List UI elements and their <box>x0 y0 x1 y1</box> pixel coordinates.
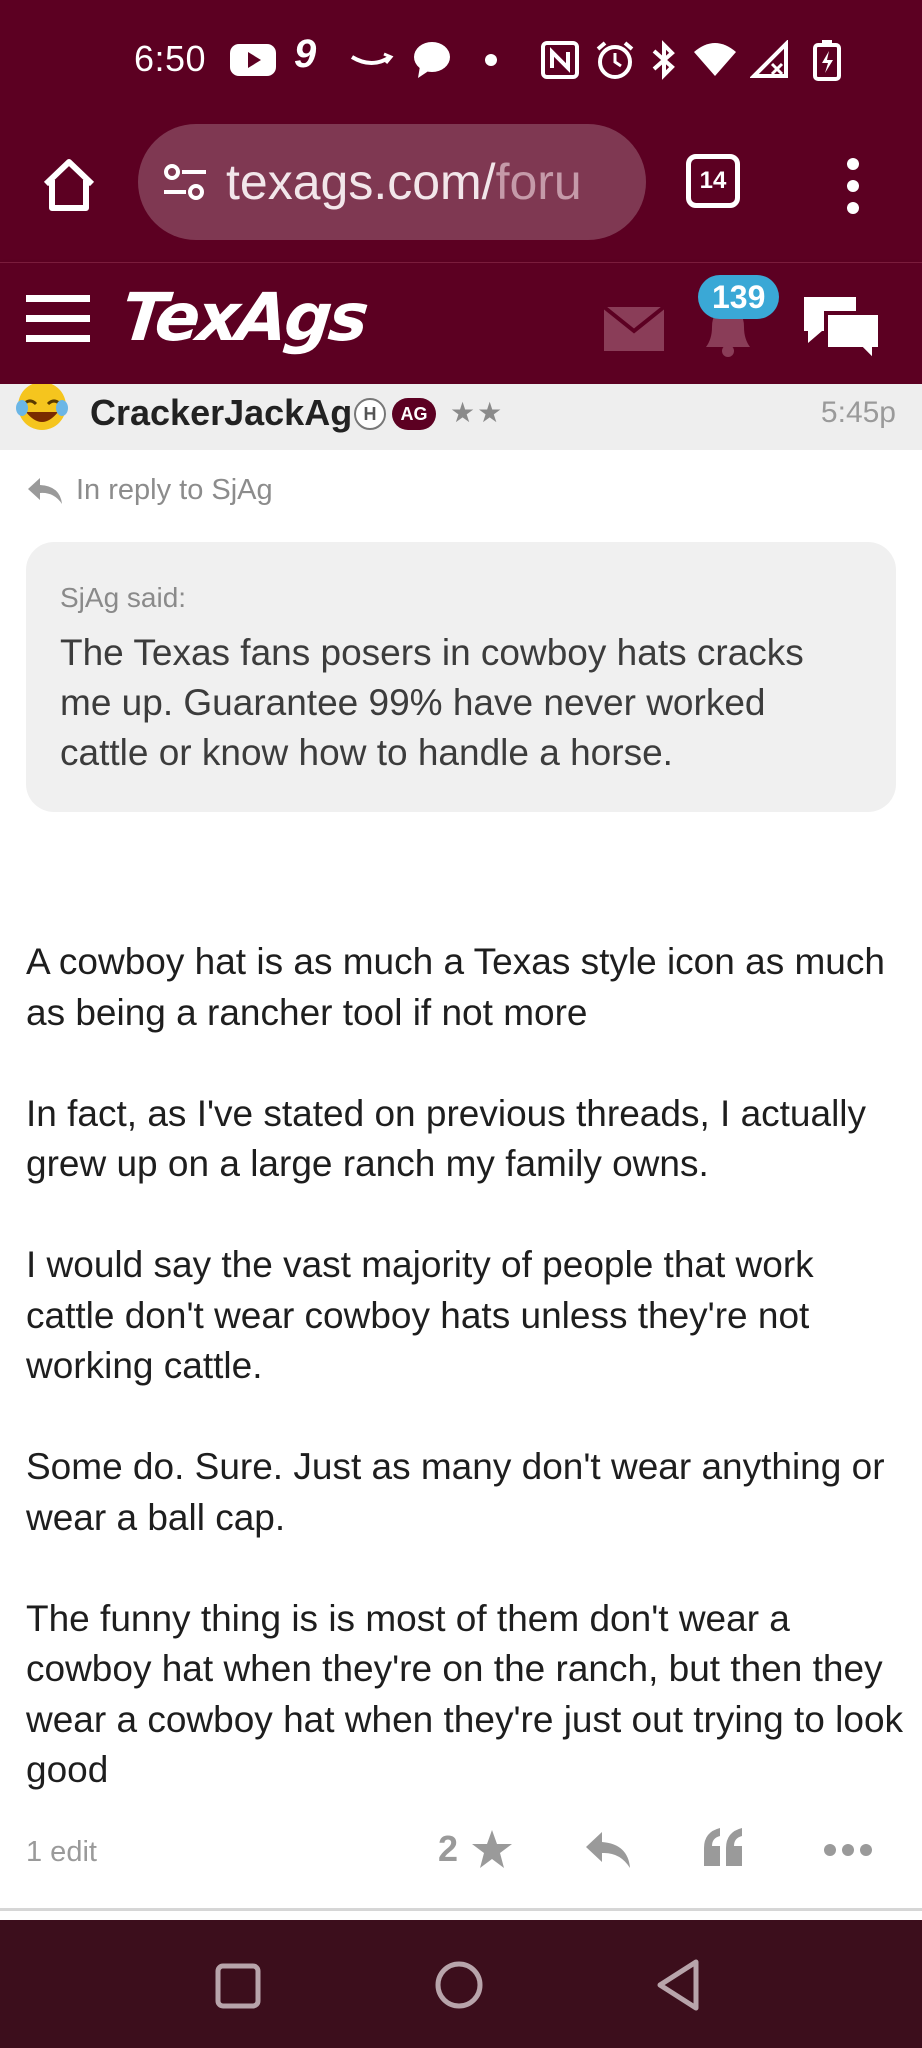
amazon-icon <box>348 40 396 80</box>
post-header: CrackerJackAg H AG ★★ 5:45p <box>0 382 922 450</box>
post-divider <box>0 1908 922 1911</box>
post-paragraph: I would say the vast majority of people … <box>26 1244 814 1386</box>
post-paragraph: Some do. Sure. Just as many don't wear a… <box>26 1446 885 1538</box>
system-nav-bar <box>0 1920 922 2048</box>
wifi-icon <box>692 40 738 80</box>
nine-icon: 9 <box>294 31 317 76</box>
dot-icon <box>484 40 498 80</box>
edit-count[interactable]: 1 edit <box>26 1836 97 1869</box>
badge-h: H <box>354 398 386 430</box>
notification-badge[interactable]: 139 <box>698 275 780 319</box>
badge-ag: AG <box>392 398 436 430</box>
texags-logo[interactable]: TexAgs <box>118 279 370 356</box>
mail-icon[interactable] <box>602 305 666 351</box>
quote-text: The Texas fans posers in cowboy hats cra… <box>60 632 804 773</box>
browser-toolbar: texags.com/foru 14 <box>0 118 922 262</box>
address-bar[interactable]: texags.com/foru <box>138 124 646 240</box>
bluetooth-icon <box>650 40 678 80</box>
post-paragraph: In fact, as I've stated on previous thre… <box>26 1092 867 1185</box>
hamburger-menu-icon[interactable] <box>24 293 92 345</box>
star-icon[interactable] <box>470 1828 514 1870</box>
reply-icon[interactable] <box>584 1830 632 1870</box>
recents-icon[interactable] <box>214 1962 262 2010</box>
post-paragraph: The funny thing is is most of them don't… <box>26 1597 904 1791</box>
status-time: 6:50 <box>134 38 207 79</box>
more-options-icon[interactable] <box>822 1842 874 1858</box>
status-bar: 6:50 9 <box>0 0 922 118</box>
chat-bubble-icon <box>412 40 452 80</box>
back-icon[interactable] <box>654 1958 702 2012</box>
quote-author: SjAg said: <box>60 582 187 613</box>
post-username[interactable]: CrackerJackAg <box>90 392 352 434</box>
star-count: 2 <box>438 1828 459 1869</box>
tab-switcher-button[interactable]: 14 <box>686 154 740 208</box>
site-settings-icon[interactable] <box>162 162 208 202</box>
home-icon[interactable] <box>38 154 100 216</box>
home-circle-icon[interactable] <box>434 1960 484 2010</box>
reply-arrow-icon <box>28 477 62 504</box>
post-paragraph: A cowboy hat is as much a Texas style ic… <box>26 941 885 1033</box>
nfc-icon <box>540 40 580 80</box>
in-reply-to-link[interactable]: In reply to SjAg <box>26 474 273 507</box>
youtube-icon <box>230 40 278 80</box>
site-header: TexAgs 139 <box>0 262 922 384</box>
chat-icon[interactable] <box>800 291 884 366</box>
signal-icon <box>750 40 790 80</box>
post-body: A cowboy hat is as much a Texas style ic… <box>26 937 906 1846</box>
post-time: 5:45p <box>820 396 896 429</box>
rank-stars: ★★ <box>450 397 505 428</box>
url-text: texags.com/foru <box>226 153 582 211</box>
browser-menu-icon[interactable] <box>838 156 868 216</box>
alarm-icon <box>594 40 636 80</box>
tab-count: 14 <box>699 167 727 194</box>
battery-icon <box>812 40 842 81</box>
url-domain: texags.com/ <box>226 154 496 210</box>
avatar[interactable] <box>14 382 70 438</box>
quote-block: SjAg said: The Texas fans posers in cowb… <box>26 542 896 812</box>
quote-icon[interactable] <box>702 1826 746 1868</box>
url-path: foru <box>495 154 582 210</box>
in-reply-to-text: In reply to SjAg <box>76 474 273 506</box>
post-footer: 1 edit 2 <box>0 1816 922 1896</box>
